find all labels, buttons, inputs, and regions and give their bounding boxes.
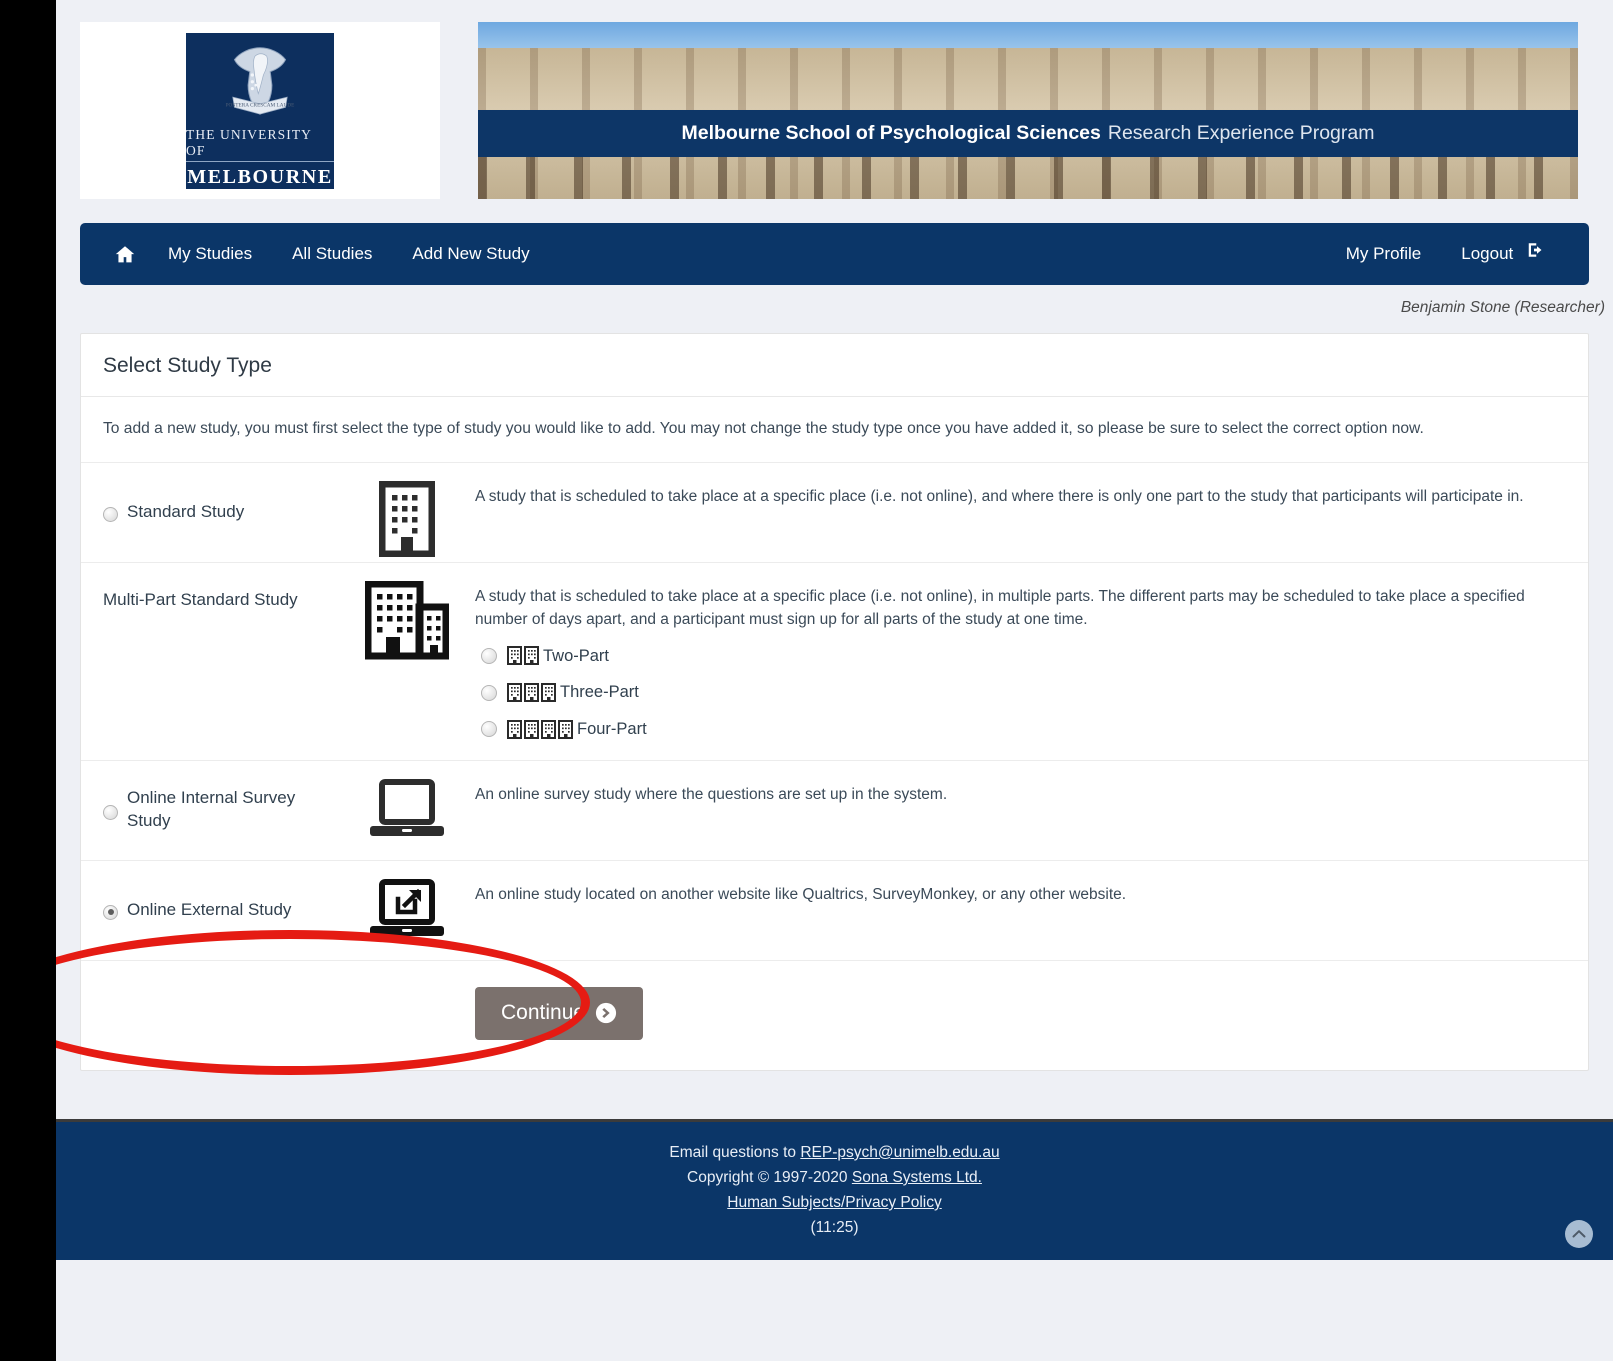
option-label-text: Standard Study (127, 502, 245, 522)
footer-copyright-prefix: Copyright © 1997-2020 (687, 1168, 852, 1186)
option-description-multi-part-study: A study that is scheduled to take place … (475, 563, 1588, 760)
option-label-online-internal-survey-study[interactable]: Online Internal Survey Study (81, 761, 339, 860)
laptop-icon (370, 778, 444, 836)
option-icon-cell (339, 563, 475, 760)
page-title: Select Study Type (81, 334, 1588, 397)
mini-building-icon (524, 683, 539, 703)
option-row-online-external-study[interactable]: Online External Study An online study lo… (81, 861, 1588, 961)
banner-title-bar: Melbourne School of Psychological Scienc… (478, 110, 1578, 157)
mini-building-icon (558, 719, 573, 739)
option-icon-cell (339, 861, 475, 960)
nav-home-link[interactable] (102, 244, 148, 265)
nav-left-group: My Studies All Studies Add New Study (102, 223, 550, 285)
option-label-standard-study[interactable]: Standard Study (81, 463, 339, 562)
continue-row: Continue (81, 961, 1588, 1070)
option-label-text: Multi-Part Standard Study (103, 590, 298, 610)
mini-building-icon (507, 719, 522, 739)
footer-email-line: Email questions to REP-psych@unimelb.edu… (56, 1140, 1613, 1165)
nav-item-all-studies[interactable]: All Studies (272, 223, 392, 285)
site-header: POSTERA CRESCAM LAUDE THE UNIVERSITY OF … (56, 0, 1613, 199)
footer-spacer (56, 1071, 1613, 1119)
page-root: POSTERA CRESCAM LAUDE THE UNIVERSITY OF … (56, 0, 1613, 1361)
single-building-icon (379, 481, 435, 558)
laptop-external-link-icon (370, 878, 444, 936)
sub-option-label: Three-Part (560, 683, 639, 702)
sub-option-label: Two-Part (543, 646, 610, 665)
mini-building-icon (524, 646, 539, 666)
home-icon (115, 245, 135, 262)
scroll-to-top-button[interactable] (1565, 1220, 1593, 1249)
radio-three-part[interactable] (481, 684, 497, 701)
option-row-standard-study[interactable]: Standard Study A study that is scheduled… (81, 463, 1588, 564)
main-navigation: My Studies All Studies Add New Study My … (80, 223, 1589, 285)
banner-windows (478, 150, 1578, 199)
nav-right-group: My Profile Logout (1326, 223, 1565, 285)
banner-title-regular: Research Experience Program (1107, 122, 1375, 144)
program-banner: Melbourne School of Psychological Scienc… (478, 22, 1578, 199)
footer-copyright-line: Copyright © 1997-2020 Sona Systems Ltd. (56, 1165, 1613, 1190)
option-description-online-internal-survey-study: An online survey study where the questio… (475, 785, 948, 803)
footer-privacy-line: Human Subjects/Privacy Policy (56, 1190, 1613, 1215)
sub-option-label: Four-Part (577, 720, 647, 739)
university-crest-icon: POSTERA CRESCAM LAUDE (226, 46, 295, 115)
nav-item-add-new-study[interactable]: Add New Study (392, 223, 549, 285)
radio-four-part[interactable] (481, 721, 497, 738)
option-description-standard-study: A study that is scheduled to take place … (475, 488, 1524, 506)
two-buildings-icon (365, 581, 449, 660)
mini-building-icon (507, 683, 522, 703)
option-row-online-internal-survey-study[interactable]: Online Internal Survey Study An online s… (81, 761, 1588, 861)
option-description-online-external-study: An online study located on another websi… (475, 885, 1127, 903)
chevron-up-icon (1572, 1230, 1586, 1238)
banner-title-bold: Melbourne School of Psychological Scienc… (681, 122, 1101, 144)
site-footer: Email questions to REP-psych@unimelb.edu… (56, 1118, 1613, 1261)
multi-part-description-text: A study that is scheduled to take place … (475, 588, 1525, 629)
panel-intro-text: To add a new study, you must first selec… (81, 397, 1588, 464)
logout-label: Logout (1461, 244, 1514, 263)
footer-time: (11:25) (810, 1219, 859, 1237)
mini-building-icon (507, 646, 522, 666)
sub-option-four-part[interactable]: Four-Part (481, 717, 1570, 742)
nav-item-logout[interactable]: Logout (1441, 223, 1565, 285)
footer-privacy-link[interactable]: Human Subjects/Privacy Policy (727, 1194, 942, 1211)
option-icon-cell (339, 463, 475, 562)
option-label-multi-part-study: Multi-Part Standard Study (81, 563, 339, 760)
logged-in-user: Benjamin Stone (Researcher) (1400, 299, 1605, 316)
nav-item-my-studies[interactable]: My Studies (148, 223, 272, 285)
nav-item-my-profile[interactable]: My Profile (1326, 223, 1442, 285)
footer-email-link[interactable]: REP-psych@unimelb.edu.au (800, 1144, 999, 1161)
mini-buildings-icon-group (507, 683, 556, 703)
chevron-right-circle-icon (595, 1002, 617, 1023)
mini-building-icon (541, 683, 556, 703)
mini-building-icon (524, 719, 539, 739)
radio-standard-study[interactable] (103, 507, 118, 523)
radio-online-internal-survey-study[interactable] (103, 804, 118, 820)
footer-email-prefix: Email questions to (669, 1143, 801, 1161)
mini-building-icon (541, 719, 556, 739)
sub-option-three-part[interactable]: Three-Part (481, 680, 1570, 705)
footer-sona-link[interactable]: Sona Systems Ltd. (852, 1169, 982, 1186)
option-label-text: Online Internal Survey Study (127, 788, 296, 831)
university-logo-card: POSTERA CRESCAM LAUDE THE UNIVERSITY OF … (80, 22, 440, 199)
sub-option-two-part[interactable]: Two-Part (481, 644, 1570, 669)
continue-button[interactable]: Continue (475, 986, 644, 1040)
mini-buildings-icon-group (507, 719, 573, 739)
option-label-online-external-study[interactable]: Online External Study (81, 861, 339, 960)
university-logo: POSTERA CRESCAM LAUDE THE UNIVERSITY OF … (186, 32, 334, 189)
logo-line-2: MELBOURNE (187, 165, 333, 188)
option-icon-cell (339, 761, 475, 860)
continue-button-label: Continue (501, 1000, 586, 1024)
radio-online-external-study[interactable] (103, 904, 118, 920)
select-study-type-panel: Select Study Type To add a new study, yo… (80, 333, 1589, 1071)
logo-line-1: THE UNIVERSITY OF (186, 127, 334, 162)
option-label-text: Online External Study (127, 899, 292, 919)
logout-icon (1526, 241, 1545, 259)
svg-text:POSTERA CRESCAM LAUDE: POSTERA CRESCAM LAUDE (226, 102, 295, 108)
option-row-multi-part-study[interactable]: Multi-Part Standard Study A study that i… (81, 563, 1588, 761)
continue-spacer (81, 987, 475, 1040)
radio-two-part[interactable] (481, 647, 497, 664)
mini-buildings-icon-group (507, 646, 539, 666)
